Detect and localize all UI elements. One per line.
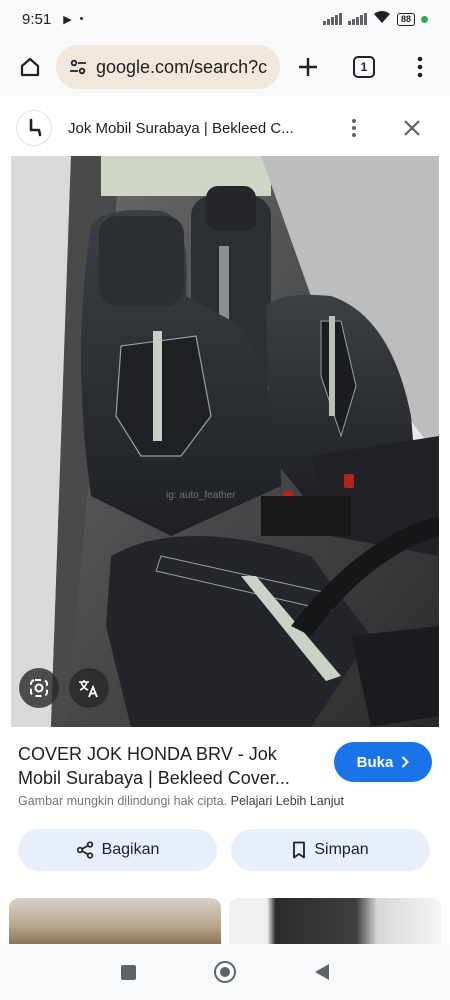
more-vert-icon — [352, 119, 356, 137]
translate-button[interactable] — [69, 668, 109, 708]
tune-icon — [70, 59, 86, 75]
learn-more-link[interactable]: Pelajari Lebih Lanjut — [231, 794, 344, 808]
new-tab-button[interactable] — [290, 49, 326, 85]
signal-icon — [347, 13, 367, 25]
share-icon — [76, 841, 93, 859]
tabs-icon: 1 — [353, 56, 375, 78]
url-text: google.com/search?c — [96, 56, 268, 77]
share-label: Bagikan — [101, 841, 160, 858]
translate-icon — [79, 680, 98, 698]
browser-menu-button[interactable] — [402, 49, 438, 85]
dot-icon: • — [79, 13, 84, 25]
more-vert-icon — [417, 56, 423, 78]
tabs-button[interactable]: 1 — [346, 49, 382, 85]
home-icon — [20, 57, 40, 77]
image-caption[interactable]: COVER JOK HONDA BRV - Jok Mobil Surabaya… — [18, 742, 313, 790]
browser-toolbar: google.com/search?c 1 — [0, 38, 450, 96]
url-bar[interactable]: google.com/search?c — [56, 45, 280, 89]
notice-text: Gambar mungkin dilindungi hak cipta. — [18, 794, 228, 808]
image-result-header: Jok Mobil Surabaya | Bekleed C... — [0, 100, 450, 156]
caption-line-1: COVER JOK HONDA BRV - Jok — [18, 744, 277, 764]
recents-icon[interactable] — [120, 964, 136, 980]
green-dot-icon — [421, 15, 428, 23]
plus-icon — [299, 58, 317, 76]
close-button[interactable] — [394, 110, 430, 146]
play-icon: ▶ — [63, 13, 72, 26]
chevron-right-icon — [402, 756, 410, 768]
back-icon[interactable] — [314, 963, 330, 981]
lens-button[interactable] — [19, 668, 59, 708]
bookmark-icon — [293, 841, 306, 859]
result-menu-button[interactable] — [336, 110, 372, 146]
seat-icon — [29, 118, 42, 137]
share-button[interactable]: Bagikan — [18, 829, 217, 871]
lens-icon — [30, 679, 48, 697]
status-time: 9:51 — [22, 10, 52, 28]
result-image[interactable]: ig: auto_feather — [11, 156, 439, 727]
related-image-thumbnail[interactable] — [229, 898, 441, 944]
copyright-notice: Gambar mungkin dilindungi hak cipta. Pel… — [18, 794, 344, 808]
home-button[interactable] — [12, 49, 48, 85]
site-favicon — [16, 110, 52, 146]
home-nav-icon[interactable] — [213, 961, 236, 983]
battery-icon: 88 — [396, 12, 415, 26]
related-image-thumbnail[interactable] — [9, 898, 221, 944]
save-label: Simpan — [314, 841, 369, 858]
visit-button[interactable]: Buka — [334, 742, 432, 782]
car-seat-photo — [11, 156, 439, 727]
image-watermark: ig: auto_feather — [166, 490, 236, 501]
visit-label: Buka — [356, 753, 394, 771]
wifi-icon — [373, 10, 391, 28]
signal-icon — [322, 13, 342, 25]
system-navigation-bar — [0, 944, 450, 1000]
save-button[interactable]: Simpan — [231, 829, 430, 871]
caption-line-2: Mobil Surabaya | Bekleed Cover... — [18, 768, 290, 788]
close-icon — [404, 120, 420, 136]
site-title[interactable]: Jok Mobil Surabaya | Bekleed C... — [68, 120, 318, 137]
status-bar: 9:51 ▶ • 88 — [0, 0, 450, 38]
